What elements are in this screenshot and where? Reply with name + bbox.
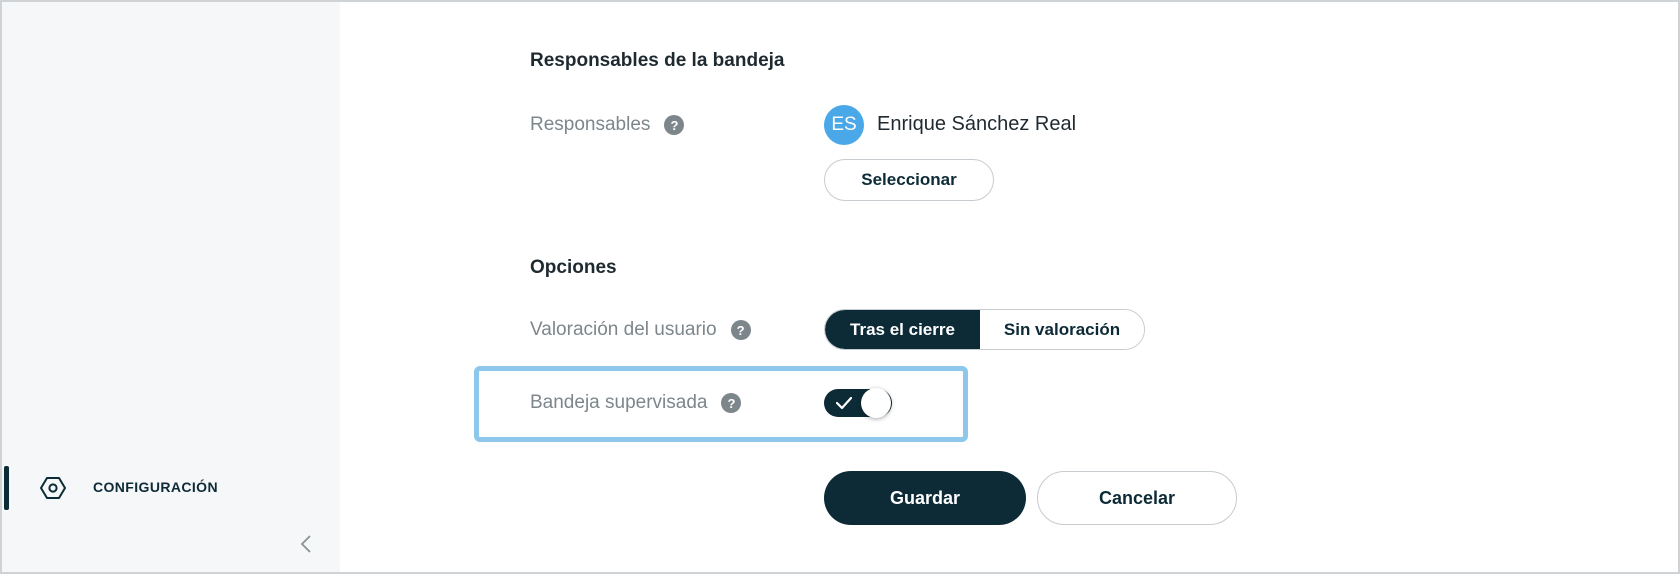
chevron-left-icon <box>300 535 311 553</box>
guardar-button[interactable]: Guardar <box>824 471 1026 525</box>
section-title-opciones: Opciones <box>530 257 617 278</box>
avatar: ES <box>824 105 864 145</box>
collapse-sidebar-button[interactable] <box>294 532 318 556</box>
option-sin-valoracion[interactable]: Sin valoración <box>980 310 1144 349</box>
responsables-label: Responsables <box>530 114 651 135</box>
cancelar-button[interactable]: Cancelar <box>1037 471 1237 525</box>
help-icon[interactable]: ? <box>664 115 685 135</box>
sidebar-item-configuracion[interactable]: CONFIGURACIÓN <box>2 464 340 512</box>
supervisada-toggle[interactable] <box>824 388 892 418</box>
settings-hexagon-icon <box>40 476 66 500</box>
help-icon[interactable]: ? <box>730 320 751 340</box>
valoracion-field: Valoración del usuario ? <box>530 319 751 341</box>
responsables-field: Responsables ? <box>530 114 685 136</box>
seleccionar-button[interactable]: Seleccionar <box>824 159 994 201</box>
section-title-responsables: Responsables de la bandeja <box>530 50 785 71</box>
sidebar: CONFIGURACIÓN <box>2 2 340 572</box>
help-icon[interactable]: ? <box>721 393 742 413</box>
option-tras-el-cierre[interactable]: Tras el cierre <box>825 310 980 349</box>
supervisada-field: Bandeja supervisada ? <box>530 392 742 414</box>
app-window: CONFIGURACIÓN Responsables de la bandeja… <box>0 0 1680 574</box>
user-name: Enrique Sánchez Real <box>877 113 1077 135</box>
check-icon <box>835 396 853 410</box>
valoracion-label: Valoración del usuario <box>530 319 717 340</box>
supervisada-label: Bandeja supervisada <box>530 392 708 413</box>
valoracion-segmented-control: Tras el cierre Sin valoración <box>824 309 1145 350</box>
active-indicator <box>4 466 9 510</box>
sidebar-item-label: CONFIGURACIÓN <box>93 479 218 495</box>
main-content: Responsables de la bandeja Responsables … <box>340 2 1678 572</box>
toggle-knob <box>861 388 891 418</box>
